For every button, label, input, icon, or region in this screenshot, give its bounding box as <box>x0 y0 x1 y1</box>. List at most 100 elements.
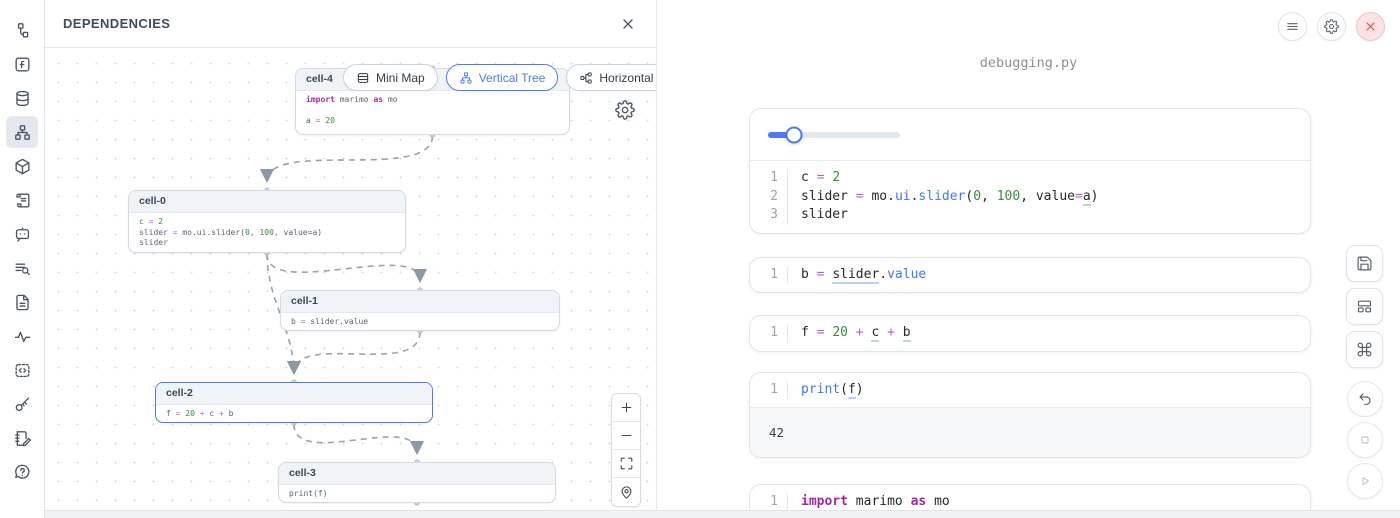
gear-icon <box>1324 19 1339 34</box>
layout-toggle-button[interactable] <box>1346 288 1383 325</box>
pulse-icon <box>13 327 32 346</box>
sidebar-item-chat[interactable] <box>6 218 38 250</box>
view-mode-mini-map[interactable]: Mini Map <box>343 64 438 91</box>
code-content: b = slider.value <box>788 266 926 285</box>
code-line: print(f) <box>289 489 545 500</box>
command-palette-button[interactable] <box>1346 331 1383 368</box>
run-all-button[interactable] <box>1347 463 1383 499</box>
menu-icon <box>1285 19 1300 34</box>
slider-thumb[interactable] <box>786 126 803 143</box>
sidebar-item-dependencies[interactable] <box>6 116 38 148</box>
help-bubble-icon <box>13 463 32 482</box>
graph-node-cell-3[interactable]: cell-3print(f) <box>278 462 556 503</box>
graph-node-cell-2[interactable]: cell-2f = 20 + c + b <box>155 382 433 423</box>
slider-output-area <box>750 109 1310 161</box>
view-mode-vertical-tree[interactable]: Vertical Tree <box>446 64 559 91</box>
save-button[interactable] <box>1346 245 1383 282</box>
code-content: c = 2slider = mo.ui.slider(0, 100, value… <box>788 169 1098 225</box>
notebook-header-actions <box>1278 12 1385 41</box>
code-editor[interactable]: 1 f = 20 + c + b <box>750 316 1310 351</box>
vtree-icon <box>459 71 473 85</box>
zoom-out-button[interactable] <box>612 422 640 450</box>
gear-icon <box>615 100 635 120</box>
graph-settings-button[interactable] <box>615 100 635 120</box>
sidebar-item-data-sources[interactable] <box>6 82 38 114</box>
code-line: f = 20 + c + b <box>801 324 911 343</box>
sidebar-item-logs[interactable] <box>6 252 38 284</box>
cell-print: 1print(f)42 <box>749 372 1311 459</box>
undo-button[interactable] <box>1347 381 1383 417</box>
view-mode-label: Vertical Tree <box>479 71 546 85</box>
maximize-icon <box>619 456 634 471</box>
code-line: slider <box>139 238 395 249</box>
icon-rail <box>0 0 45 518</box>
code-line: slider <box>801 206 1098 225</box>
cube-icon <box>13 157 32 176</box>
tree-icon <box>13 21 32 40</box>
code-line: slider = mo.ui.slider(0, 100, value=a) <box>801 188 1098 207</box>
graph-node-code: f = 20 + c + b <box>156 405 432 423</box>
notebook-menu-button[interactable] <box>1278 12 1307 41</box>
stop-run-button[interactable] <box>1347 422 1383 458</box>
dependencies-header: DEPENDENCIES <box>45 0 656 48</box>
graph-edge-cell-0-to-cell-1 <box>267 254 420 281</box>
view-mode-horizontal-tree[interactable]: Horizontal Tree <box>566 64 656 91</box>
slider[interactable] <box>768 132 900 138</box>
close-panel-button[interactable] <box>620 16 636 32</box>
sidebar-item-documentation[interactable] <box>6 286 38 318</box>
graph-node-cell-1[interactable]: cell-1b = slider.value <box>280 290 560 331</box>
code-line <box>306 106 559 117</box>
sidebar-item-scratchpad[interactable] <box>6 422 38 454</box>
code-content: f = 20 + c + b <box>788 324 911 343</box>
cell-b: 1b = slider.value <box>749 257 1311 294</box>
document-icon <box>13 293 32 312</box>
graph-edge-cell-4-to-cell-0 <box>267 136 433 181</box>
sidebar-item-variables[interactable] <box>6 48 38 80</box>
database-icon <box>13 89 32 108</box>
code-editor[interactable]: 1print(f) <box>750 373 1310 408</box>
panel-title: DEPENDENCIES <box>63 16 170 31</box>
code-editor[interactable]: 123c = 2slider = mo.ui.slider(0, 100, va… <box>750 161 1310 233</box>
fit-view-button[interactable] <box>612 450 640 478</box>
layout-icon <box>1356 298 1373 315</box>
graph-node-code: b = slider.value <box>281 313 559 331</box>
notebook-settings-button[interactable] <box>1317 12 1346 41</box>
sidebar-item-help[interactable] <box>6 456 38 488</box>
command-icon <box>1356 341 1373 358</box>
dependencies-panel: DEPENDENCIES Mini Map Vertical Tree Horizo… <box>45 0 656 518</box>
play-icon <box>1357 473 1373 489</box>
line-numbers: 1 <box>750 324 788 343</box>
sidebar-item-file-explorer[interactable] <box>6 14 38 46</box>
code-line: c = 2 <box>801 169 1098 188</box>
notebook-cells: 123c = 2slider = mo.ui.slider(0, 100, va… <box>749 108 1311 518</box>
center-selection-button[interactable] <box>612 478 640 506</box>
list-search-icon <box>13 259 32 278</box>
key-icon <box>13 395 32 414</box>
sidebar-item-outline[interactable] <box>6 184 38 216</box>
cell-f: 1 f = 20 + c + b <box>749 315 1311 352</box>
notebook-panel: debugging.py 123c = 2slider = mo.ui.slid… <box>656 0 1400 518</box>
save-icon <box>1356 255 1373 272</box>
graph-zoom-controls <box>611 393 641 507</box>
sidebar-item-packages[interactable] <box>6 150 38 182</box>
code-line: slider = mo.ui.slider(0, 100, value=a) <box>139 228 395 239</box>
graph-node-title: cell-2 <box>156 383 432 405</box>
sidebar-item-secrets[interactable] <box>6 388 38 420</box>
zoom-in-button[interactable] <box>612 394 640 422</box>
code-editor[interactable]: 1b = slider.value <box>750 258 1310 293</box>
notebook-side-actions <box>1346 245 1383 504</box>
dependency-graph-canvas[interactable]: Mini Map Vertical Tree Horizontal Tree cel… <box>45 48 656 518</box>
shutdown-button[interactable] <box>1356 12 1385 41</box>
close-icon <box>620 16 636 32</box>
plus-icon <box>619 400 634 415</box>
view-mode-label: Mini Map <box>376 71 425 85</box>
cell-slider: 123c = 2slider = mo.ui.slider(0, 100, va… <box>749 108 1311 234</box>
graph-view-toolbar: Mini Map Vertical Tree Horizontal Tree <box>343 64 656 91</box>
sidebar-item-snippets[interactable] <box>6 354 38 386</box>
notebook-pen-icon <box>13 429 32 448</box>
code-content: print(f) <box>788 381 864 400</box>
sidebar-item-tracing[interactable] <box>6 320 38 352</box>
graph-edge-cell-2-to-cell-3 <box>294 424 417 453</box>
code-line: print(f) <box>801 381 864 400</box>
graph-node-cell-0[interactable]: cell-0c = 2slider = mo.ui.slider(0, 100,… <box>128 190 406 253</box>
